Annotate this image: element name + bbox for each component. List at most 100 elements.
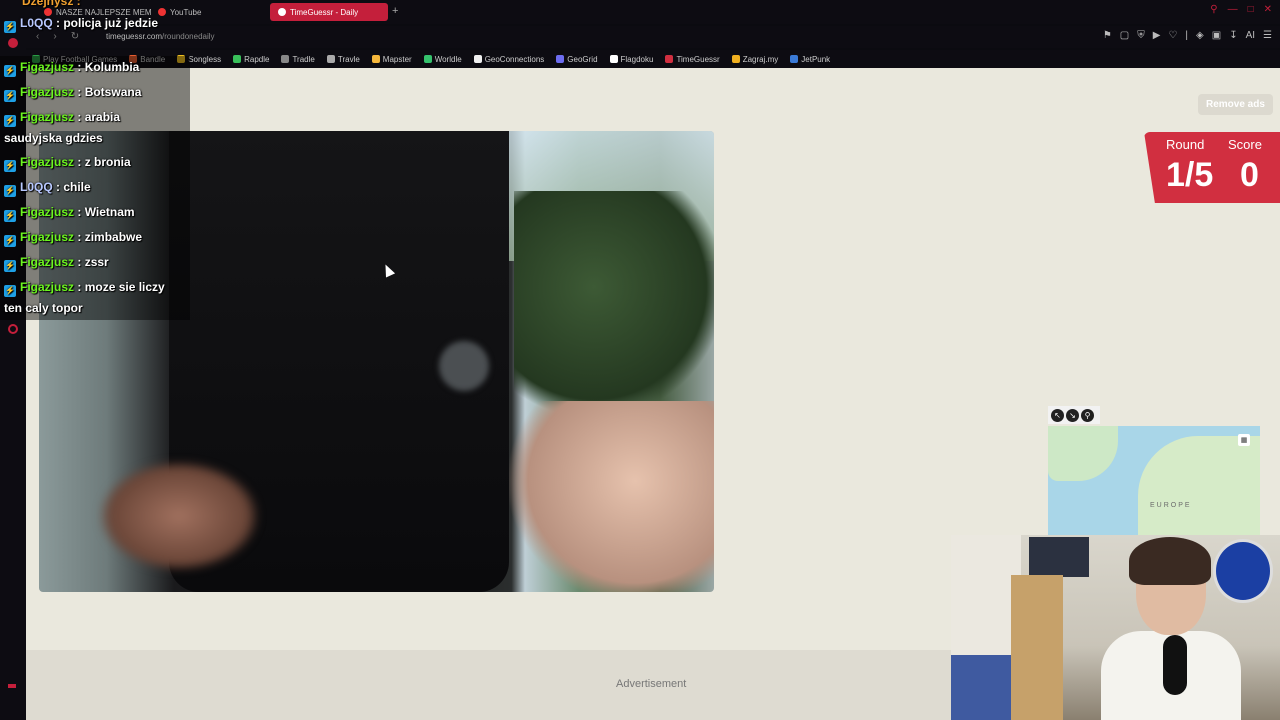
ai-button[interactable]: AI [1246, 30, 1255, 41]
bookmark-favicon-icon [790, 55, 799, 63]
chat-message-partial: Dzejnysz : [4, 0, 81, 8]
bookmark-item[interactable]: GeoConnections [473, 55, 544, 64]
chat-text: : z bronia [77, 155, 131, 169]
advertisement-label: Advertisement [616, 678, 687, 690]
chat-username: Figazjusz [20, 110, 75, 124]
chat-username: Figazjusz [20, 255, 75, 269]
map-pin-icon[interactable]: ⚲ [1081, 408, 1094, 422]
chat-badge-icon: ⚡ [4, 285, 16, 297]
map-land-greenland [1048, 426, 1118, 481]
chat-badge-icon: ⚡ [4, 115, 16, 127]
score-value: 0 [1240, 156, 1259, 194]
bookmark-favicon-icon [423, 55, 432, 63]
webcam-poster [1029, 537, 1089, 577]
bookmarks-bar: Play Football Games Bandle Songless Rapdle T… [26, 50, 1280, 68]
round-score-panel: Round Score 1/5 0 [1144, 132, 1280, 203]
webcam-club-crest [1213, 539, 1273, 603]
chat-message: ⚡ L0QQ : policja już jedzie [4, 16, 158, 33]
bookmark-favicon-icon [326, 55, 335, 63]
chat-message: ⚡ Figazjusz : moze sie liczy [4, 280, 165, 297]
tab-label: TimeGuessr - Daily [290, 7, 359, 17]
round-value: 1/5 [1166, 156, 1214, 194]
bookmark-icon[interactable]: ⚑ [1103, 30, 1112, 41]
chat-message: ⚡ Figazjusz : z bronia [4, 155, 131, 172]
bookmark-favicon-icon [556, 55, 565, 63]
chat-message-continuation: saudyjska gdzies [4, 131, 103, 145]
bookmark-label: JetPunk [801, 54, 831, 64]
divider-icon: | [1185, 30, 1189, 41]
bookmark-favicon-icon [371, 55, 380, 63]
map-land-europe [1138, 436, 1260, 536]
bookmark-item[interactable]: Rapdle [233, 55, 269, 64]
chat-text: : Botswana [77, 85, 142, 99]
webcam-bed [951, 655, 1011, 720]
map-region-label: EUROPE [1150, 502, 1192, 509]
map-shrink-icon[interactable]: ↘ [1066, 408, 1079, 422]
chat-badge-icon: ⚡ [4, 235, 16, 247]
bookmark-label: GeoGrid [567, 54, 598, 64]
play-icon[interactable]: ▶ [1153, 30, 1161, 41]
chat-message: ⚡ Figazjusz : arabia [4, 110, 120, 127]
chat-text: : arabia [77, 110, 121, 124]
stream-chat-overlay: Dzejnysz : ⚡ L0QQ : policja już jedzie ⚡ Fi… [0, 0, 200, 330]
bookmark-item[interactable]: Travle [326, 54, 360, 64]
extensions-icon[interactable]: ◈ [1196, 30, 1204, 41]
shield-icon[interactable]: ⛨ [1137, 30, 1145, 41]
bookmark-favicon-icon [609, 55, 618, 63]
guess-map[interactable]: EUROPE ▦ [1048, 426, 1260, 536]
bookmark-label: TimeGuessr [676, 54, 720, 64]
screenshot-icon[interactable]: ▢ [1120, 30, 1129, 41]
chat-text: : chile [56, 180, 91, 194]
maximize-icon[interactable]: □ [1248, 4, 1254, 15]
download-icon[interactable]: ↧ [1229, 30, 1237, 41]
bookmark-item[interactable]: Tradle [281, 55, 315, 64]
bookmark-favicon-icon [665, 55, 674, 63]
chat-message: ⚡ Figazjusz : zimbabwe [4, 230, 142, 247]
webcam-hair [1129, 537, 1211, 585]
bookmark-item[interactable]: Mapster [371, 55, 412, 64]
bookmark-label: Worldle [434, 54, 462, 64]
bookmark-label: Travle [337, 54, 360, 64]
bookmark-label: Rapdle [244, 54, 270, 64]
wallet-icon[interactable]: ▣ [1212, 30, 1221, 41]
bookmark-favicon-icon [281, 55, 290, 63]
menu-icon[interactable]: ☰ [1263, 30, 1272, 41]
minimize-icon[interactable]: — [1228, 4, 1238, 15]
chat-badge-icon: ⚡ [4, 90, 16, 102]
photo-camera-lens [439, 341, 489, 391]
search-icon[interactable]: ⚲ [1210, 4, 1217, 15]
bookmark-item[interactable]: JetPunk [790, 55, 830, 64]
chat-text: : zssr [77, 255, 109, 269]
address-bar: ‹ › ↻ timeguessr.com/roundonedaily ⚑ ▢ ⛨… [26, 26, 1280, 48]
map-expand-icon[interactable]: ↖ [1051, 408, 1064, 422]
new-tab-button[interactable]: + [392, 5, 398, 17]
bookmark-favicon-icon [233, 55, 242, 63]
chat-badge-icon: ⚡ [4, 21, 16, 33]
sidebar-more-icon[interactable] [8, 684, 16, 688]
bookmark-item[interactable]: Zagraj.my [731, 54, 779, 64]
bookmark-item[interactable]: GeoGrid [556, 54, 598, 64]
bookmark-item[interactable]: Flagdoku [609, 55, 653, 64]
chat-username: L0QQ [20, 16, 53, 30]
photo-hand [509, 401, 714, 592]
chat-message: ⚡ Figazjusz : zssr [4, 255, 109, 272]
toolbar-icons: ⚑ ▢ ⛨ ▶ ♡ | ◈ ▣ ↧ AI ☰ [1103, 30, 1272, 41]
photo-trees [514, 191, 714, 431]
webcam-microphone [1163, 635, 1187, 695]
chat-username: L0QQ [20, 180, 53, 194]
remove-ads-button[interactable]: Remove ads [1198, 94, 1273, 115]
streamer-webcam [951, 535, 1280, 720]
chat-badge-icon: ⚡ [4, 260, 16, 272]
heart-icon[interactable]: ♡ [1168, 30, 1177, 41]
map-layers-icon[interactable]: ▦ [1238, 434, 1250, 446]
bookmark-item[interactable]: TimeGuessr [665, 54, 720, 64]
bookmark-label: Zagraj.my [742, 54, 779, 64]
bookmark-item[interactable]: Worldle [423, 54, 462, 64]
chat-username: Figazjusz [20, 280, 75, 294]
close-icon[interactable]: ✕ [1264, 4, 1272, 15]
tab-timeguessr[interactable]: TimeGuessr - Daily [270, 3, 388, 21]
window-controls: ⚲ — □ ✕ [1210, 4, 1272, 15]
chat-text: saudyjska gdzies [4, 131, 103, 145]
chat-username: Figazjusz [20, 85, 75, 99]
round-label: Round [1166, 137, 1205, 152]
